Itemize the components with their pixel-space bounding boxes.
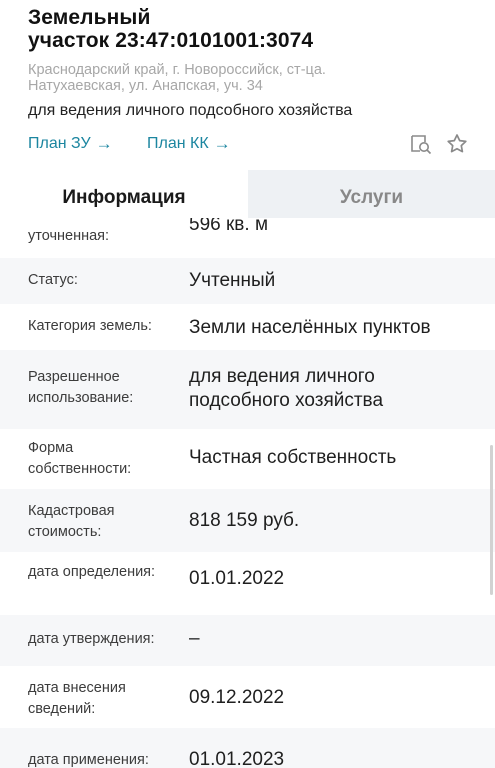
plan-kk-label: План КК — [147, 135, 209, 152]
row-value: Учтенный — [189, 270, 276, 291]
row-value: – — [189, 628, 200, 649]
address-line-1: Краснодарский край, г. Новороссийск, ст-… — [28, 62, 326, 78]
links-row: План ЗУ → План КК → — [28, 127, 481, 161]
table-row: Кадастровая стоимость: 818 159 руб. — [0, 489, 495, 552]
row-value: 596 кв. м — [189, 218, 269, 235]
details-table: уточненная: 596 кв. м Статус: Учтенный К… — [0, 218, 495, 768]
row-label: Категория земель: — [28, 318, 152, 334]
purpose-text: для ведения личного подсобного хозяйства — [28, 102, 353, 119]
table-row: Форма собственности: Частная собственнос… — [0, 429, 495, 489]
row-value: 09.12.2022 — [189, 687, 285, 708]
row-label: Форма собственности: — [28, 440, 132, 477]
plan-zu-link[interactable]: План ЗУ → — [28, 134, 113, 154]
arrow-right-icon: → — [213, 134, 231, 153]
page-title: Земельный участок 23:47:0101001:3074 — [28, 6, 481, 52]
row-label: Статус: — [28, 272, 78, 288]
table-row: дата применения: 01.01.2023 — [0, 728, 495, 768]
row-label: дата внесения сведений: — [28, 680, 126, 717]
object-header: Земельный участок 23:47:0101001:3074 Кра… — [0, 0, 495, 161]
table-row: Статус: Учтенный — [0, 258, 495, 304]
table-row: дата утверждения: – — [0, 615, 495, 666]
title-line-1: Земельный — [28, 6, 151, 29]
row-label: уточненная: — [28, 228, 110, 244]
row-label: Разрешенное использование: — [28, 369, 134, 406]
row-value: 01.01.2022 — [189, 568, 285, 589]
plan-zu-label: План ЗУ — [28, 135, 91, 152]
row-label: дата определения: — [28, 564, 156, 580]
title-line-2: участок 23:47:0101001:3074 — [28, 29, 314, 52]
row-label: Кадастровая стоимость: — [28, 503, 115, 540]
row-value: Частная собственность — [189, 447, 397, 468]
map-search-icon[interactable] — [409, 132, 433, 156]
table-row: Разрешенное использование: для ведения л… — [0, 350, 495, 429]
row-value: для ведения личного подсобного хозяйства — [189, 366, 384, 411]
address: Краснодарский край, г. Новороссийск, ст-… — [28, 62, 481, 94]
table-row: уточненная: 596 кв. м — [0, 218, 495, 258]
row-value: Земли населённых пунктов — [189, 317, 431, 338]
arrow-right-icon: → — [95, 134, 113, 153]
row-label: дата утверждения: — [28, 631, 155, 647]
table-row: дата определения: 01.01.2022 — [0, 552, 495, 615]
scrollbar[interactable] — [490, 445, 493, 595]
row-value: 01.01.2023 — [189, 749, 285, 768]
star-outline-icon[interactable] — [445, 132, 469, 156]
row-value: 818 159 руб. — [189, 510, 300, 531]
row-label: дата применения: — [28, 752, 149, 768]
table-row: дата внесения сведений: 09.12.2022 — [0, 666, 495, 728]
table-row: Категория земель: Земли населённых пункт… — [0, 304, 495, 350]
plan-kk-link[interactable]: План КК → — [147, 134, 231, 154]
address-line-2: Натухаевская, ул. Анапская, уч. 34 — [28, 78, 263, 94]
